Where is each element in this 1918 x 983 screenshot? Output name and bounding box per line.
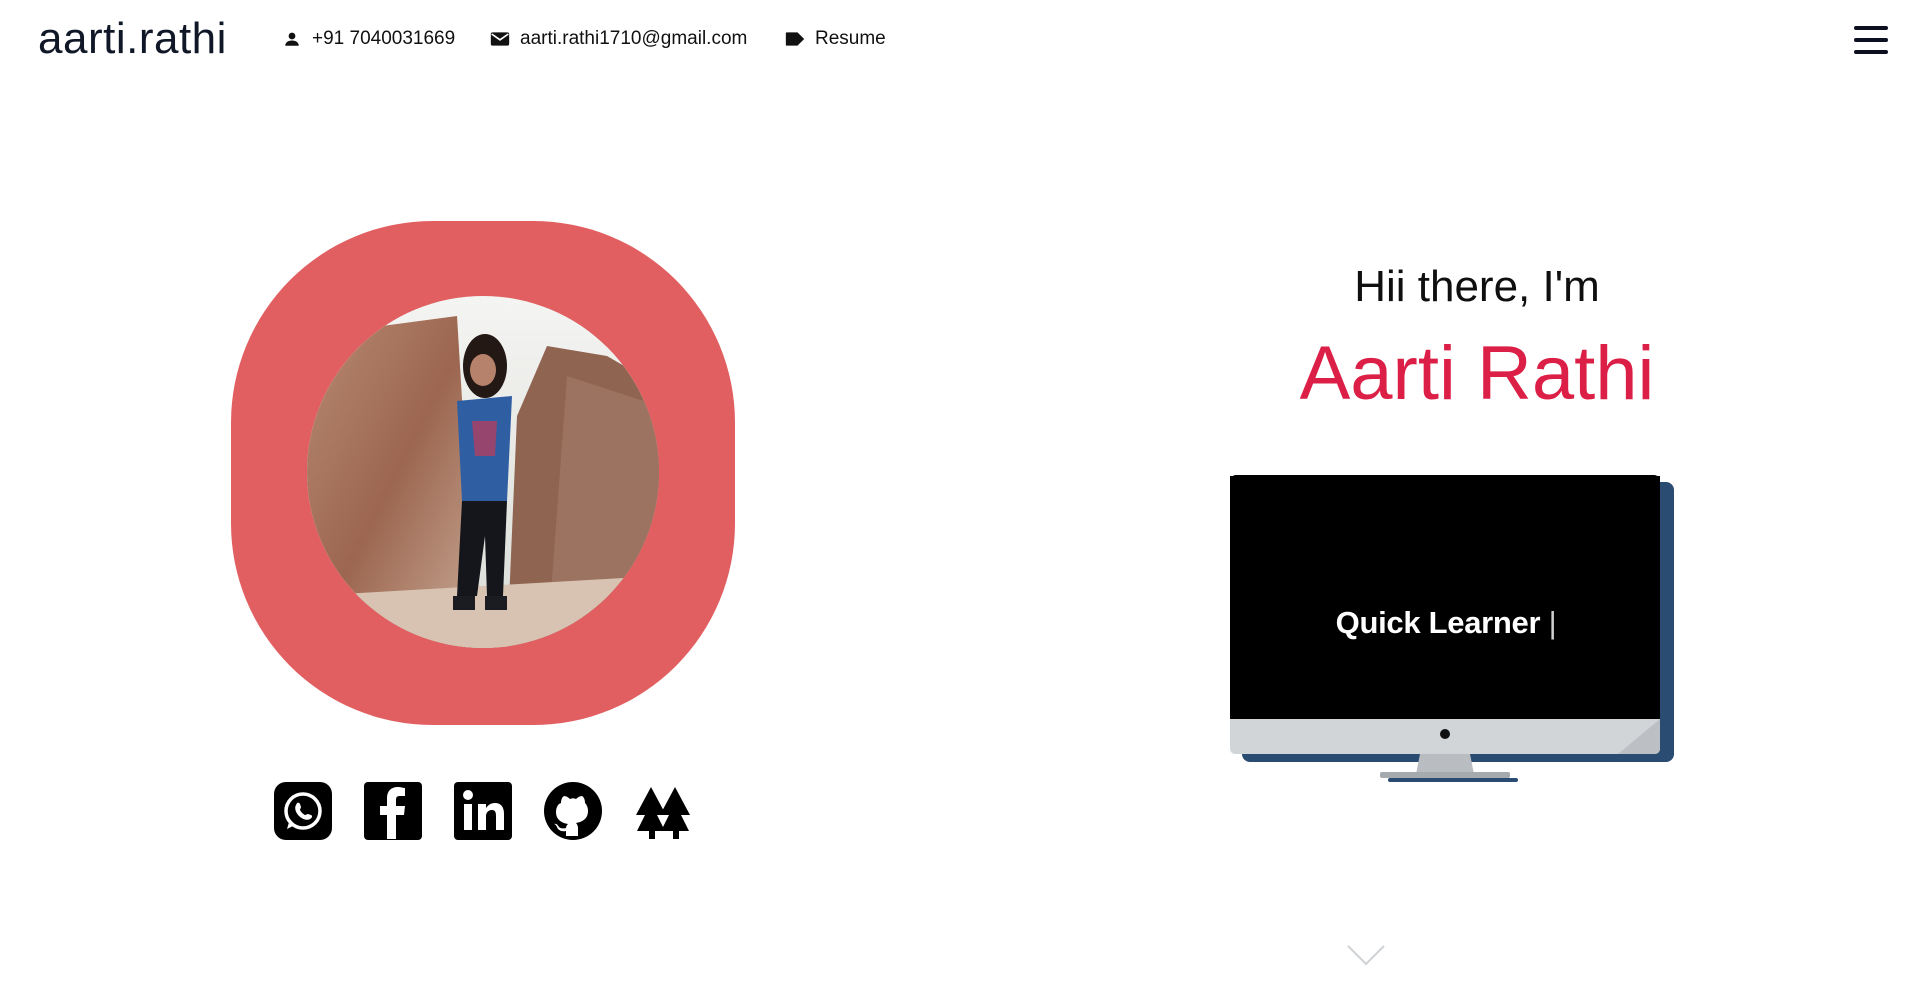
email-contact[interactable]: aarti.rathi1710@gmail.com [490, 28, 747, 50]
profile-photo [307, 296, 659, 648]
whatsapp-icon[interactable] [272, 780, 334, 842]
greeting-text: Hii there, I'm [1354, 262, 1600, 311]
resume-link[interactable]: Resume [785, 28, 886, 50]
social-links [272, 780, 694, 842]
hamburger-icon[interactable] [1854, 26, 1888, 54]
phone-contact[interactable]: +91 7040031669 [282, 28, 455, 50]
hamburger-line [1854, 38, 1888, 42]
hamburger-line [1854, 26, 1888, 30]
typing-caret: | [1548, 605, 1557, 640]
facebook-icon[interactable] [362, 780, 424, 842]
github-icon[interactable] [542, 780, 604, 842]
email-address: aarti.rathi1710@gmail.com [520, 28, 748, 49]
resume-label: Resume [815, 28, 886, 49]
hamburger-line [1854, 50, 1888, 54]
person-icon [282, 29, 302, 49]
mail-icon [490, 29, 510, 49]
typing-text: Quick Learner | [1230, 605, 1662, 641]
arrows-up-icon[interactable] [632, 780, 694, 842]
chevron-down-icon[interactable] [1346, 944, 1386, 973]
phone-number: +91 7040031669 [312, 28, 456, 49]
typing-text-value: Quick Learner [1335, 605, 1541, 640]
label-tag-icon [785, 29, 805, 49]
brand-logo[interactable]: aarti.rathi [38, 14, 227, 64]
hero-name: Aarti Rathi [1299, 331, 1655, 416]
top-navbar: aarti.rathi +91 7040031669 aarti.rathi17… [0, 0, 1918, 80]
linkedin-icon[interactable] [452, 780, 514, 842]
